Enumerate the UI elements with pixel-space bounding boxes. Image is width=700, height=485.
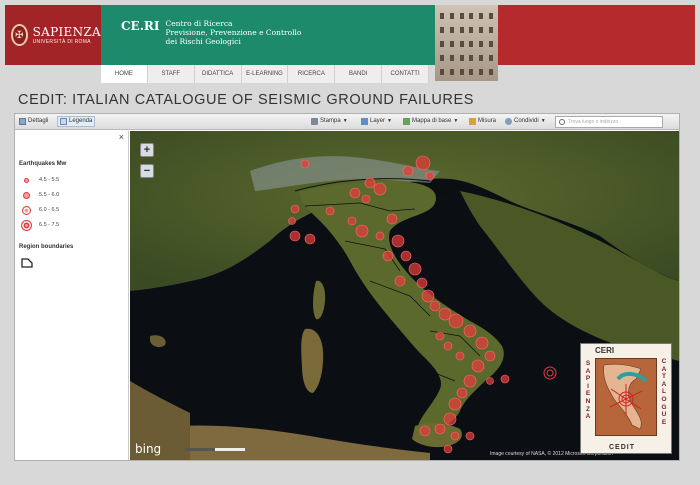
centre-name-line: dei Rischi Geologici [165, 37, 241, 46]
chevron-down-icon: ▼ [453, 118, 459, 124]
layer-button[interactable]: Layer ▼ [361, 116, 392, 127]
print-label: Stampa [320, 118, 341, 124]
cedit-logo: CERI SAPIENZA CATALOGUE CEDIT [580, 343, 672, 454]
site-header: ✠ SAPIENZA UNIVERSITÀ DI ROMA CE.RI Cent… [5, 5, 695, 81]
legend-icon [60, 118, 67, 125]
cedit-logo-sapienza: SAPIENZA [585, 360, 591, 421]
chevron-down-icon: ▼ [387, 118, 392, 124]
ruler-icon [469, 118, 476, 125]
seal-icon: ✠ [11, 24, 28, 46]
legend-tab[interactable]: Legenda [57, 116, 96, 127]
details-icon [19, 118, 26, 125]
marker-medium-icon [22, 191, 30, 199]
basemap-button[interactable]: Mappa di base ▼ [403, 116, 458, 127]
centre-name-line: Previsione, Prevenzione e Controllo [165, 28, 302, 37]
page-title: CEDIT: ITALIAN CATALOGUE OF SEISMIC GROU… [18, 92, 474, 108]
basemap-label: Mappa di base [412, 118, 452, 124]
legend-class-label: 4.5 - 5.5 [39, 177, 60, 183]
nav-bandi[interactable]: BANDI [335, 65, 383, 83]
earthquakes-legend-title: Earthquakes Mw [19, 161, 67, 167]
centre-abbr: CE.RI [121, 19, 160, 33]
measure-label: Misura [478, 118, 497, 124]
polygon-icon [21, 258, 33, 268]
zoom-in-button[interactable]: + [140, 143, 154, 157]
chevron-down-icon: ▼ [540, 118, 546, 124]
cedit-logo-cedit: CEDIT [609, 444, 635, 451]
nav-contatti[interactable]: CONTATTI [382, 65, 430, 83]
legend-panel: × Earthquakes Mw 4.5 - 5.5 5.5 - 6.0 6.0… [15, 131, 129, 460]
search-icon [559, 119, 565, 125]
nav-ricerca[interactable]: RICERCA [288, 65, 336, 83]
search-input[interactable]: Trova luogo o indirizzo [555, 116, 663, 128]
layers-icon [361, 118, 368, 125]
building-photo [435, 5, 498, 81]
nav-home[interactable]: HOME [101, 65, 148, 83]
region-boundaries-title: Region boundaries [19, 244, 74, 250]
map-viewer: Dettagli Legenda Stampa ▼ Layer ▼ Mappa … [14, 113, 680, 461]
details-label: Dettagli [28, 118, 49, 124]
university-logo[interactable]: ✠ SAPIENZA UNIVERSITÀ DI ROMA [5, 5, 101, 65]
nav-e-learning[interactable]: E-LEARNING [242, 65, 289, 83]
search-placeholder: Trova luogo o indirizzo [568, 119, 619, 125]
close-icon[interactable]: × [119, 132, 124, 142]
university-name: SAPIENZA [32, 25, 101, 39]
legend-class-label: 6.0 - 6.5 [39, 207, 60, 213]
grid-icon [403, 118, 410, 125]
printer-icon [311, 118, 318, 125]
centre-name-line: Centro di Ricerca [165, 19, 233, 28]
print-button[interactable]: Stampa ▼ [311, 116, 348, 127]
nav-didattica[interactable]: DIDATTICA [195, 65, 242, 83]
bing-logo: bing [135, 442, 162, 456]
map-canvas[interactable]: + − bing Image courtesy of NASA, © 2012 … [130, 131, 679, 460]
italy-mini-map-icon [595, 358, 657, 436]
marker-small-icon [23, 177, 29, 183]
layer-label: Layer [370, 118, 386, 124]
nav-staff[interactable]: STAFF [148, 65, 195, 83]
legend-class: 6.0 - 6.5 [19, 205, 59, 215]
share-button[interactable]: Condividi ▼ [505, 116, 546, 127]
zoom-out-button[interactable]: − [140, 164, 154, 178]
cedit-logo-catalogue: CATALOGUE [661, 358, 667, 426]
map-toolbar: Dettagli Legenda Stampa ▼ Layer ▼ Mappa … [15, 114, 679, 130]
main-nav: HOME STAFF DIDATTICA E-LEARNING RICERCA … [101, 65, 430, 83]
centre-name: Centro di Ricerca Previsione, Prevenzion… [165, 19, 301, 46]
legend-class-label: 5.5 - 6.0 [39, 192, 60, 198]
chevron-down-icon: ▼ [342, 118, 348, 124]
share-label: Condividi [514, 118, 539, 124]
legend-label: Legenda [69, 118, 93, 124]
measure-button[interactable]: Misura [469, 116, 496, 127]
cedit-logo-ceri: CERI [595, 346, 615, 355]
marker-xlarge-icon [20, 219, 32, 231]
centre-banner: CE.RI Centro di Ricerca Previsione, Prev… [101, 5, 435, 65]
legend-class-label: 6.5 - 7.5 [39, 222, 60, 228]
legend-class: 5.5 - 6.0 [19, 190, 59, 200]
legend-class: 6.5 - 7.5 [19, 219, 60, 231]
share-icon [505, 118, 512, 125]
university-subtitle: UNIVERSITÀ DI ROMA [32, 39, 91, 45]
details-tab[interactable]: Dettagli [19, 116, 48, 127]
marker-large-icon [21, 205, 31, 215]
legend-class: 4.5 - 5.5 [19, 175, 59, 185]
